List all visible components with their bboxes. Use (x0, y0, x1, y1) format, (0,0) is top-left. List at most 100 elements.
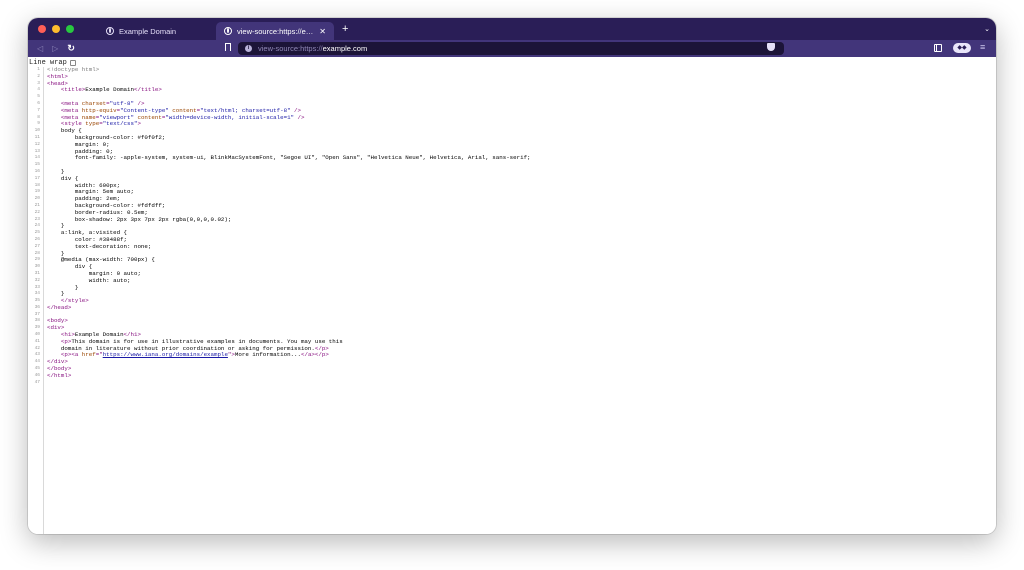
zoom-window-button[interactable] (66, 25, 74, 33)
source-token: =" (95, 351, 103, 359)
tab-strip: Example Domain view-source:https://examp… (28, 18, 996, 40)
source-line: <body> (47, 318, 996, 325)
line-number: 40 (34, 332, 40, 338)
line-wrap-checkbox[interactable] (69, 59, 76, 66)
chevron-down-icon[interactable]: ⌄ (984, 25, 990, 33)
tab-view-source[interactable]: view-source:https://example.com ✕ (216, 22, 334, 40)
source-token: > (137, 120, 141, 128)
line-number: 30 (34, 264, 40, 270)
tab-example-domain[interactable]: Example Domain (98, 22, 216, 40)
source-code: <!doctype html> <html> <head> <title>Examp… (47, 66, 996, 387)
source-line: } (47, 284, 996, 292)
source-token: More information... (234, 351, 301, 359)
line-number: 10 (34, 128, 40, 134)
info-icon[interactable]: i (245, 45, 252, 52)
menu-icon[interactable]: ≡ (980, 42, 985, 52)
source-line: margin: 0; (47, 141, 996, 149)
line-number: 31 (34, 270, 40, 276)
line-number: 46 (34, 372, 40, 378)
source-token: </a></p> (301, 351, 329, 359)
source-token: <title> (60, 86, 86, 94)
source-line: text-decoration: none; (47, 243, 996, 251)
line-number-gutter: 1 2 3 4 5 6 7 8 9 10 11 12 13 14 15 16 17 18 19 20 21 22 23 24 2… (28, 67, 44, 534)
line-number: 20 (34, 196, 40, 202)
line-number: 3 (37, 80, 40, 86)
source-line: </body> (47, 365, 996, 373)
minimize-window-button[interactable] (52, 25, 60, 33)
reload-icon[interactable]: ↻ (67, 43, 75, 54)
globe-icon (224, 27, 232, 35)
source-line: margin: 0 auto; (47, 270, 996, 278)
line-number: 17 (34, 175, 40, 181)
source-line: } (47, 290, 996, 298)
close-tab-icon[interactable]: ✕ (319, 27, 326, 36)
line-number: 27 (34, 243, 40, 249)
address-bar[interactable]: i view-source:https://example.com (238, 42, 784, 55)
line-number: 26 (34, 236, 40, 242)
source-token: "> (227, 351, 235, 359)
source-line (47, 162, 996, 169)
source-token: box-shadow: 2px 3px 7px 2px rgba(0,0,0,0… (47, 215, 232, 223)
source-token: "text/css" (102, 120, 138, 128)
vpn-icon[interactable]: ◆◆ (953, 43, 971, 53)
source-line: <!doctype html> (47, 66, 996, 74)
source-line: <div> (47, 324, 996, 332)
line-number: 21 (34, 202, 40, 208)
tab-title: view-source:https://example.com (237, 26, 315, 36)
line-number: 7 (37, 107, 40, 113)
source-line: box-shadow: 2px 3px 7px 2px rgba(0,0,0,0… (47, 215, 996, 224)
source-line: </html> (47, 372, 996, 380)
tab-title: Example Domain (119, 26, 177, 36)
source-token: href (81, 351, 96, 359)
source-token: "width=device-width, initial-scale=1" (165, 113, 295, 121)
source-line: padding: 2em; (47, 195, 996, 203)
line-number: 1 (37, 67, 40, 72)
source-link[interactable]: https://www.iana.org/domains/example (103, 351, 228, 359)
source-line: <title>Example Domain</title> (47, 86, 996, 94)
source-token: type (85, 120, 100, 128)
back-arrow-icon[interactable]: ◁ (37, 44, 43, 53)
source-line: <html> (47, 73, 996, 81)
forward-arrow-icon[interactable]: ▷ (52, 44, 58, 53)
line-number: 25 (34, 230, 40, 236)
source-line (47, 94, 996, 101)
line-number: 8 (37, 114, 40, 120)
close-window-button[interactable] (38, 25, 46, 33)
source-token: Example Domain (85, 86, 134, 94)
globe-icon (106, 27, 114, 35)
source-line: background-color: #fdfdff; (47, 202, 996, 210)
source-line: div { (47, 263, 996, 271)
new-tab-button[interactable]: + (342, 23, 348, 35)
url-prefix: view-source:https:// (258, 44, 323, 53)
source-line: color: #38488f; (47, 236, 996, 244)
source-line: body { (47, 127, 996, 135)
source-line: <meta name="viewport" content="width=dev… (47, 113, 996, 122)
sidebar-icon[interactable] (934, 44, 942, 52)
line-number: 36 (34, 304, 40, 310)
source-line: </style> (47, 297, 996, 305)
source-token (47, 86, 61, 93)
source-line: <style type="text/css"> (47, 120, 996, 128)
line-number: 32 (34, 277, 40, 283)
line-number: 4 (37, 87, 40, 93)
source-line: <p><a href="https://www.iana.org/domains… (47, 352, 996, 359)
line-number: 15 (34, 162, 40, 168)
source-line: <head> (47, 80, 996, 88)
source-line: @media (max-width: 700px) { (47, 256, 996, 264)
line-number: 22 (34, 209, 40, 215)
line-number: 41 (34, 338, 40, 344)
bookmark-icon[interactable] (225, 43, 231, 51)
brave-shield-icon[interactable] (767, 43, 775, 51)
source-token: </head> (47, 303, 72, 311)
browser-window: Example Domain view-source:https://examp… (28, 18, 996, 534)
source-line: } (47, 250, 996, 258)
source-line: </div> (47, 358, 996, 366)
source-line (47, 380, 996, 387)
source-line: } (47, 168, 996, 176)
source-token: </title> (133, 86, 162, 94)
source-line: font-family: -apple-system, system-ui, B… (47, 154, 996, 162)
line-number: 45 (34, 366, 40, 372)
source-line: a:link, a:visited { (47, 229, 996, 237)
source-token: /> (294, 113, 305, 121)
source-line: </head> (47, 303, 996, 312)
